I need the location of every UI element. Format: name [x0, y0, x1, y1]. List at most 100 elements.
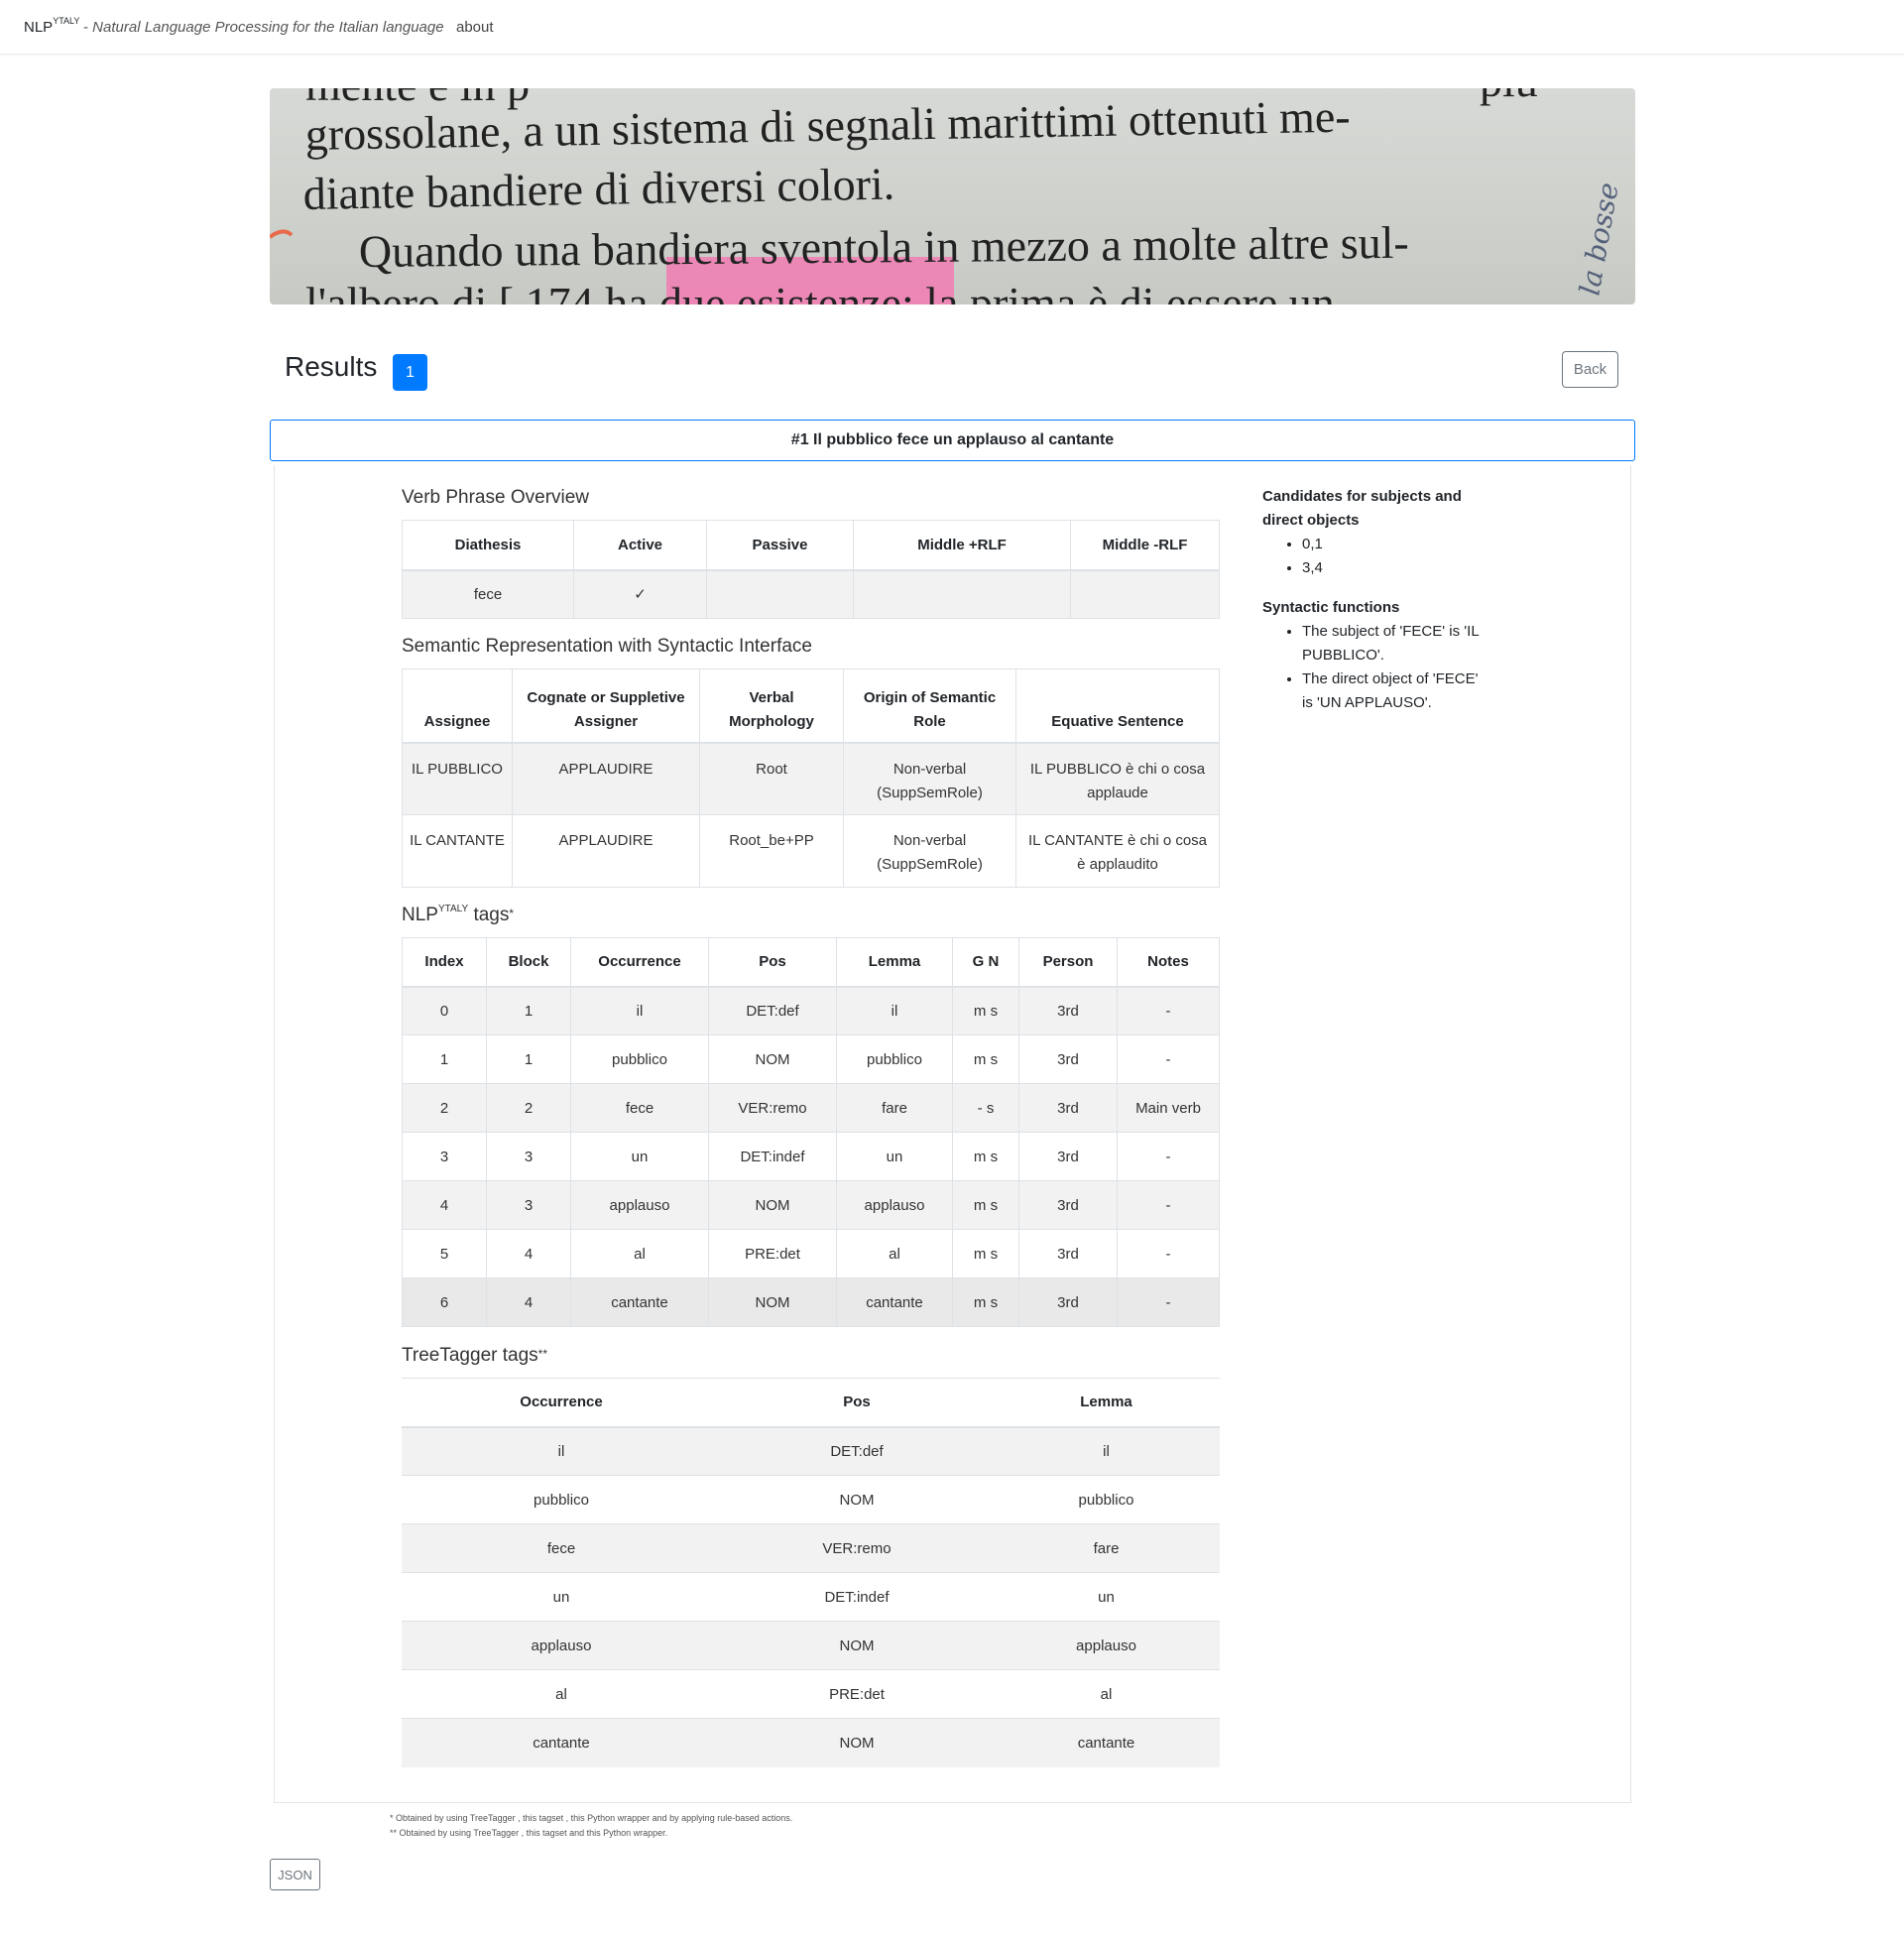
back-button[interactable]: Back	[1562, 351, 1618, 388]
banner-text-photo: mente e in p più grossolane, a un sistem…	[270, 88, 1625, 304]
table-row: fece VER:remo fare	[402, 1523, 1220, 1573]
nlp-cell: -	[1117, 1277, 1220, 1327]
footnote-two: ** Obtained by using TreeTagger , this t…	[390, 1828, 668, 1838]
nlp-cell: m s	[952, 1132, 1019, 1181]
nlp-cell: applauso	[570, 1180, 709, 1230]
nlp-tags-title: NLPYTALY tags*	[402, 903, 515, 925]
tt-cell: DET:indef	[721, 1572, 993, 1622]
nlp-cell: il	[836, 986, 953, 1035]
vp-header-passive: Passive	[706, 520, 854, 571]
vp-cell-passive	[706, 569, 854, 619]
nlp-cell: 3	[486, 1180, 571, 1230]
results-title: Results	[285, 351, 378, 382]
nlp-cell: pubblico	[836, 1034, 953, 1084]
functions-section: Syntactic functions The subject of 'FECE…	[1262, 596, 1490, 715]
nlp-cell: 6	[402, 1277, 487, 1327]
nlp-cell: -	[1117, 986, 1220, 1035]
nlp-cell: 2	[402, 1083, 487, 1133]
nlp-cell: 3rd	[1018, 1180, 1118, 1230]
sem-cell: APPLAUDIRE	[512, 814, 700, 888]
nlp-cell: DET:indef	[708, 1132, 837, 1181]
banner-image: mente e in p più grossolane, a un sistem…	[270, 88, 1635, 304]
nlp-cell: 2	[486, 1083, 571, 1133]
nlp-cell: pubblico	[570, 1034, 709, 1084]
table-row: 6 4 cantante NOM cantante m s 3rd -	[402, 1277, 1220, 1327]
table-row: 3 3 un DET:indef un m s 3rd -	[402, 1132, 1220, 1181]
tt-cell: cantante	[993, 1718, 1220, 1767]
nlp-cell: 3rd	[1018, 1034, 1118, 1084]
nlp-cell: fare	[836, 1083, 953, 1133]
tt-cell: NOM	[721, 1718, 993, 1767]
tt-cell: pubblico	[993, 1475, 1220, 1524]
tt-cell: pubblico	[402, 1475, 721, 1524]
nlp-cell: 5	[402, 1229, 487, 1278]
about-link[interactable]: about	[456, 19, 494, 36]
table-row: IL CANTANTE APPLAUDIRE Root_be+PP Non-ve…	[402, 814, 1220, 888]
table-row: 0 1 il DET:def il m s 3rd -	[402, 986, 1220, 1035]
nlp-cell: cantante	[570, 1277, 709, 1327]
functions-list: The subject of 'FECE' is 'IL PUBBLICO'. …	[1262, 620, 1490, 715]
nlp-cell: 1	[486, 986, 571, 1035]
table-row: IL PUBBLICO APPLAUDIRE Root Non-verbal (…	[402, 742, 1220, 815]
nlp-cell: PRE:det	[708, 1229, 837, 1278]
vp-cell-active-check: ✓	[573, 569, 707, 619]
nlp-cell: m s	[952, 1034, 1019, 1084]
footnote-one: * Obtained by using TreeTagger , this ta…	[390, 1813, 793, 1823]
list-item: The direct object of 'FECE' is 'UN APPLA…	[1302, 667, 1490, 715]
banner-line-3: diante bandiere di diversi colori.	[302, 159, 894, 219]
sem-header-assigner: Cognate or Suppletive Assigner	[512, 668, 700, 744]
nlp-header: Pos	[708, 937, 837, 988]
tt-cell: un	[402, 1572, 721, 1622]
verb-phrase-title: Verb Phrase Overview	[402, 487, 590, 508]
nlp-cell: NOM	[708, 1034, 837, 1084]
tt-cell: fare	[993, 1523, 1220, 1573]
tagline: - Natural Language Processing for the It…	[83, 19, 444, 36]
sem-header-morphology: Verbal Morphology	[699, 668, 844, 744]
vp-cell-middle-minus	[1070, 569, 1220, 619]
json-button[interactable]: JSON	[270, 1859, 320, 1890]
sem-cell: Root_be+PP	[699, 814, 844, 888]
tt-cell: il	[993, 1426, 1220, 1476]
nlp-cell: m s	[952, 986, 1019, 1035]
tt-cell: NOM	[721, 1475, 993, 1524]
sem-cell: IL PUBBLICO	[402, 742, 513, 815]
tt-cell: DET:def	[721, 1426, 993, 1476]
vp-header-middle-minus-rlf: Middle -RLF	[1070, 520, 1220, 571]
tt-header: Occurrence	[402, 1378, 721, 1428]
nlp-cell: m s	[952, 1229, 1019, 1278]
nlp-cell: -	[1117, 1034, 1220, 1084]
nlp-cell: 3rd	[1018, 1083, 1118, 1133]
tt-cell: al	[993, 1669, 1220, 1719]
nlp-cell: il	[570, 986, 709, 1035]
brand-link[interactable]: NLPYTALY	[24, 16, 80, 36]
nlp-header: Block	[486, 937, 571, 988]
nlp-cell: 3rd	[1018, 1277, 1118, 1327]
nlp-cell: cantante	[836, 1277, 953, 1327]
sem-cell: APPLAUDIRE	[512, 742, 700, 815]
sem-header-assignee: Assignee	[402, 668, 513, 744]
list-item: 3,4	[1302, 556, 1490, 580]
nlp-header: Lemma	[836, 937, 953, 988]
table-row: applauso NOM applauso	[402, 1621, 1220, 1670]
nlp-cell: 3	[402, 1132, 487, 1181]
table-row: 5 4 al PRE:det al m s 3rd -	[402, 1229, 1220, 1278]
sem-cell: Non-verbal (SuppSemRole)	[843, 742, 1016, 815]
brand-superscript: YTALY	[53, 16, 80, 26]
nlp-cell: - s	[952, 1083, 1019, 1133]
vp-header-middle-plus-rlf: Middle +RLF	[853, 520, 1071, 571]
functions-title: Syntactic functions	[1262, 599, 1400, 616]
sem-header-equative: Equative Sentence	[1015, 668, 1220, 744]
table-row: pubblico NOM pubblico	[402, 1475, 1220, 1524]
sem-cell: IL PUBBLICO è chi o cosa applaude	[1015, 742, 1220, 815]
nlp-cell: NOM	[708, 1180, 837, 1230]
nlp-cell: 1	[402, 1034, 487, 1084]
candidates-title: Candidates for subjects and direct objec…	[1262, 488, 1462, 529]
nlp-cell: 3rd	[1018, 1132, 1118, 1181]
tt-cell: applauso	[993, 1621, 1220, 1670]
sentence-accordion-header[interactable]: #1 Il pubblico fece un applauso al canta…	[270, 420, 1635, 461]
results-count-badge: 1	[393, 354, 427, 391]
nlp-header: Notes	[1117, 937, 1220, 988]
banner-line-1: più	[1480, 88, 1538, 106]
table-row: 4 3 applauso NOM applauso m s 3rd -	[402, 1180, 1220, 1230]
nlp-cell: -	[1117, 1180, 1220, 1230]
